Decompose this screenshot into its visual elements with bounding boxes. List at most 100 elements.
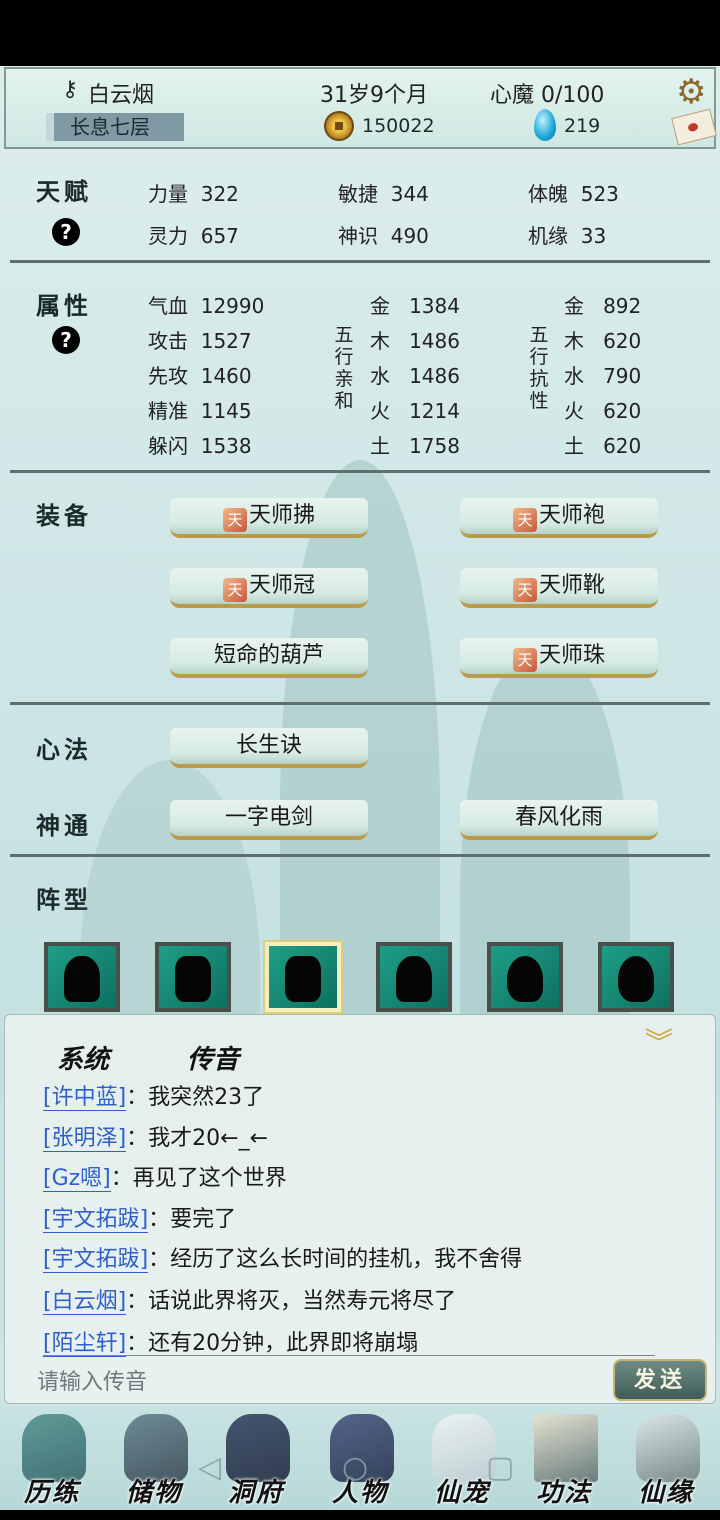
talent-stat: 敏捷 344 — [338, 182, 429, 206]
resist-stat: 木 620 — [564, 329, 642, 353]
back-triangle-icon[interactable]: ◁ — [198, 1450, 221, 1485]
chat-message: [许中蓝]：我突然23了 — [43, 1085, 265, 1111]
chat-sender-link[interactable]: [许中蓝] — [43, 1085, 127, 1111]
formation-slot[interactable] — [44, 942, 120, 1012]
talisman-icon: 天 — [512, 648, 537, 672]
equip-slot-whisk[interactable]: 天天师拂 — [170, 498, 368, 538]
talisman-icon: 天 — [222, 578, 247, 602]
double-chevron-down-icon[interactable]: ︾ — [645, 1029, 675, 1059]
formation-slot[interactable] — [376, 942, 452, 1012]
chat-sender-link[interactable]: [陌尘轩] — [43, 1331, 127, 1357]
resist-stat: 火 620 — [564, 399, 642, 423]
nav-destiny[interactable]: 仙缘 — [616, 1406, 716, 1510]
talent-stat: 机缘 33 — [528, 224, 607, 248]
talent-stat: 体魄 523 — [528, 182, 619, 206]
equip-slot-robe[interactable]: 天天师袍 — [460, 498, 658, 538]
spirit-gem-icon — [534, 109, 556, 141]
chat-message: [陌尘轩]：还有20分钟，此界即将崩塌 — [43, 1331, 419, 1357]
divider — [10, 854, 710, 857]
nav-training[interactable]: 历练 — [2, 1406, 102, 1510]
divine-arts-title: 神通 — [36, 811, 92, 840]
affinity-stat: 木 1486 — [370, 329, 460, 353]
equip-slot-gourd[interactable]: 短命的葫芦 — [170, 638, 368, 678]
chat-panel: 系统 传音 ︾ [许中蓝]：我突然23了 [张明泽]：我才20←_← [Gz嗯]… — [4, 1014, 716, 1404]
talisman-icon: 天 — [512, 508, 537, 532]
resist-stat: 土 620 — [564, 434, 642, 458]
nav-label: 历练 — [23, 1478, 80, 1508]
chat-message: [白云烟]：话说此界将灭，当然寿元将尽了 — [43, 1289, 457, 1315]
cultivation-realm: 长息七层 — [46, 113, 184, 141]
chat-message: [张明泽]：我才20←_← — [43, 1126, 269, 1152]
character-name: 白云烟 — [88, 83, 155, 108]
ghost-silhouette-icon — [507, 956, 543, 1002]
chat-message: [宇文拓跋]：经历了这么长时间的挂机，我不舍得 — [43, 1247, 523, 1273]
status-bar — [0, 0, 720, 66]
chat-sender-link[interactable]: [宇文拓跋] — [43, 1247, 149, 1273]
divine-art-slot[interactable]: 一字电剑 — [170, 800, 368, 840]
human-silhouette-icon — [396, 956, 432, 1002]
attribute-stat: 气血 12990 — [148, 294, 265, 318]
attribute-stat: 先攻 1460 — [148, 364, 252, 388]
chat-input[interactable] — [35, 1363, 599, 1401]
equipment-title: 装备 — [36, 501, 92, 530]
nav-storage[interactable]: 储物 — [104, 1406, 204, 1510]
formation-slot-selected[interactable] — [265, 942, 341, 1012]
affinity-stat: 金 1384 — [370, 294, 460, 318]
tab-system[interactable]: 系统 — [57, 1039, 109, 1076]
talent-stat: 神识 490 — [338, 224, 429, 248]
beast-silhouette-icon — [285, 956, 321, 1002]
resist-label: 五行 抗性 — [529, 324, 549, 412]
mind-method-slot[interactable]: 长生诀 — [170, 728, 368, 768]
nav-label: 功法 — [535, 1478, 592, 1508]
nav-skills[interactable]: 功法 — [514, 1406, 614, 1510]
coin-icon — [324, 111, 354, 141]
equip-slot-bead[interactable]: 天天师珠 — [460, 638, 658, 678]
equip-slot-boots[interactable]: 天天师靴 — [460, 568, 658, 608]
send-button[interactable]: 发送 — [613, 1359, 707, 1401]
chat-sender-link[interactable]: [宇文拓跋] — [43, 1207, 149, 1233]
equip-slot-crown[interactable]: 天天师冠 — [170, 568, 368, 608]
system-gesture-bar — [0, 1510, 720, 1520]
chat-sender-link[interactable]: [张明泽] — [43, 1126, 127, 1152]
affinity-stat: 土 1758 — [370, 434, 460, 458]
divider — [10, 260, 710, 263]
coin-count: 150022 — [362, 115, 435, 137]
formation-slot[interactable] — [487, 942, 563, 1012]
nav-label: 储物 — [125, 1478, 182, 1508]
divider — [10, 702, 710, 705]
chat-input-underline — [43, 1355, 655, 1356]
affinity-stat: 火 1214 — [370, 399, 460, 423]
chat-message: [宇文拓跋]：要完了 — [43, 1207, 237, 1233]
character-header: ⚷ 白云烟 31岁9个月 心魔 0/100 ⚙ 长息七层 150022 219 — [4, 67, 717, 149]
attributes-help-icon[interactable]: ? — [52, 326, 80, 354]
resist-stat: 金 892 — [564, 294, 642, 318]
attribute-stat: 攻击 1527 — [148, 329, 252, 353]
divider — [10, 470, 710, 473]
mail-icon[interactable] — [671, 108, 717, 146]
divine-art-slot[interactable]: 春风化雨 — [460, 800, 658, 840]
chat-message: [Gz嗯]：再见了这个世界 — [43, 1166, 287, 1192]
ghost-silhouette-icon — [618, 956, 654, 1002]
affinity-stat: 水 1486 — [370, 364, 460, 388]
tab-whisper[interactable]: 传音 — [187, 1039, 239, 1076]
chat-sender-link[interactable]: [白云烟] — [43, 1289, 127, 1315]
talent-stat: 力量 322 — [148, 182, 239, 206]
formation-title: 阵型 — [36, 885, 92, 914]
formation-slot[interactable] — [598, 942, 674, 1012]
chat-sender-link[interactable]: [Gz嗯] — [43, 1166, 111, 1192]
settings-gear-icon[interactable]: ⚙ — [676, 75, 710, 109]
heart-demon: 心魔 0/100 — [490, 83, 605, 108]
human-silhouette-icon — [64, 956, 100, 1002]
home-circle-icon[interactable]: ○ — [342, 1450, 368, 1485]
talent-title: 天赋 — [36, 177, 92, 206]
attributes-title: 属性 — [36, 291, 92, 320]
character-age: 31岁9个月 — [320, 83, 428, 108]
talent-help-icon[interactable]: ? — [52, 218, 80, 246]
nav-label: 仙缘 — [637, 1478, 694, 1508]
attribute-stat: 精准 1145 — [148, 399, 252, 423]
recents-square-icon[interactable]: ▢ — [486, 1450, 514, 1485]
talisman-icon: 天 — [222, 508, 247, 532]
formation-slot[interactable] — [155, 942, 231, 1012]
affinity-label: 五行 亲和 — [334, 324, 354, 412]
resist-stat: 水 790 — [564, 364, 642, 388]
